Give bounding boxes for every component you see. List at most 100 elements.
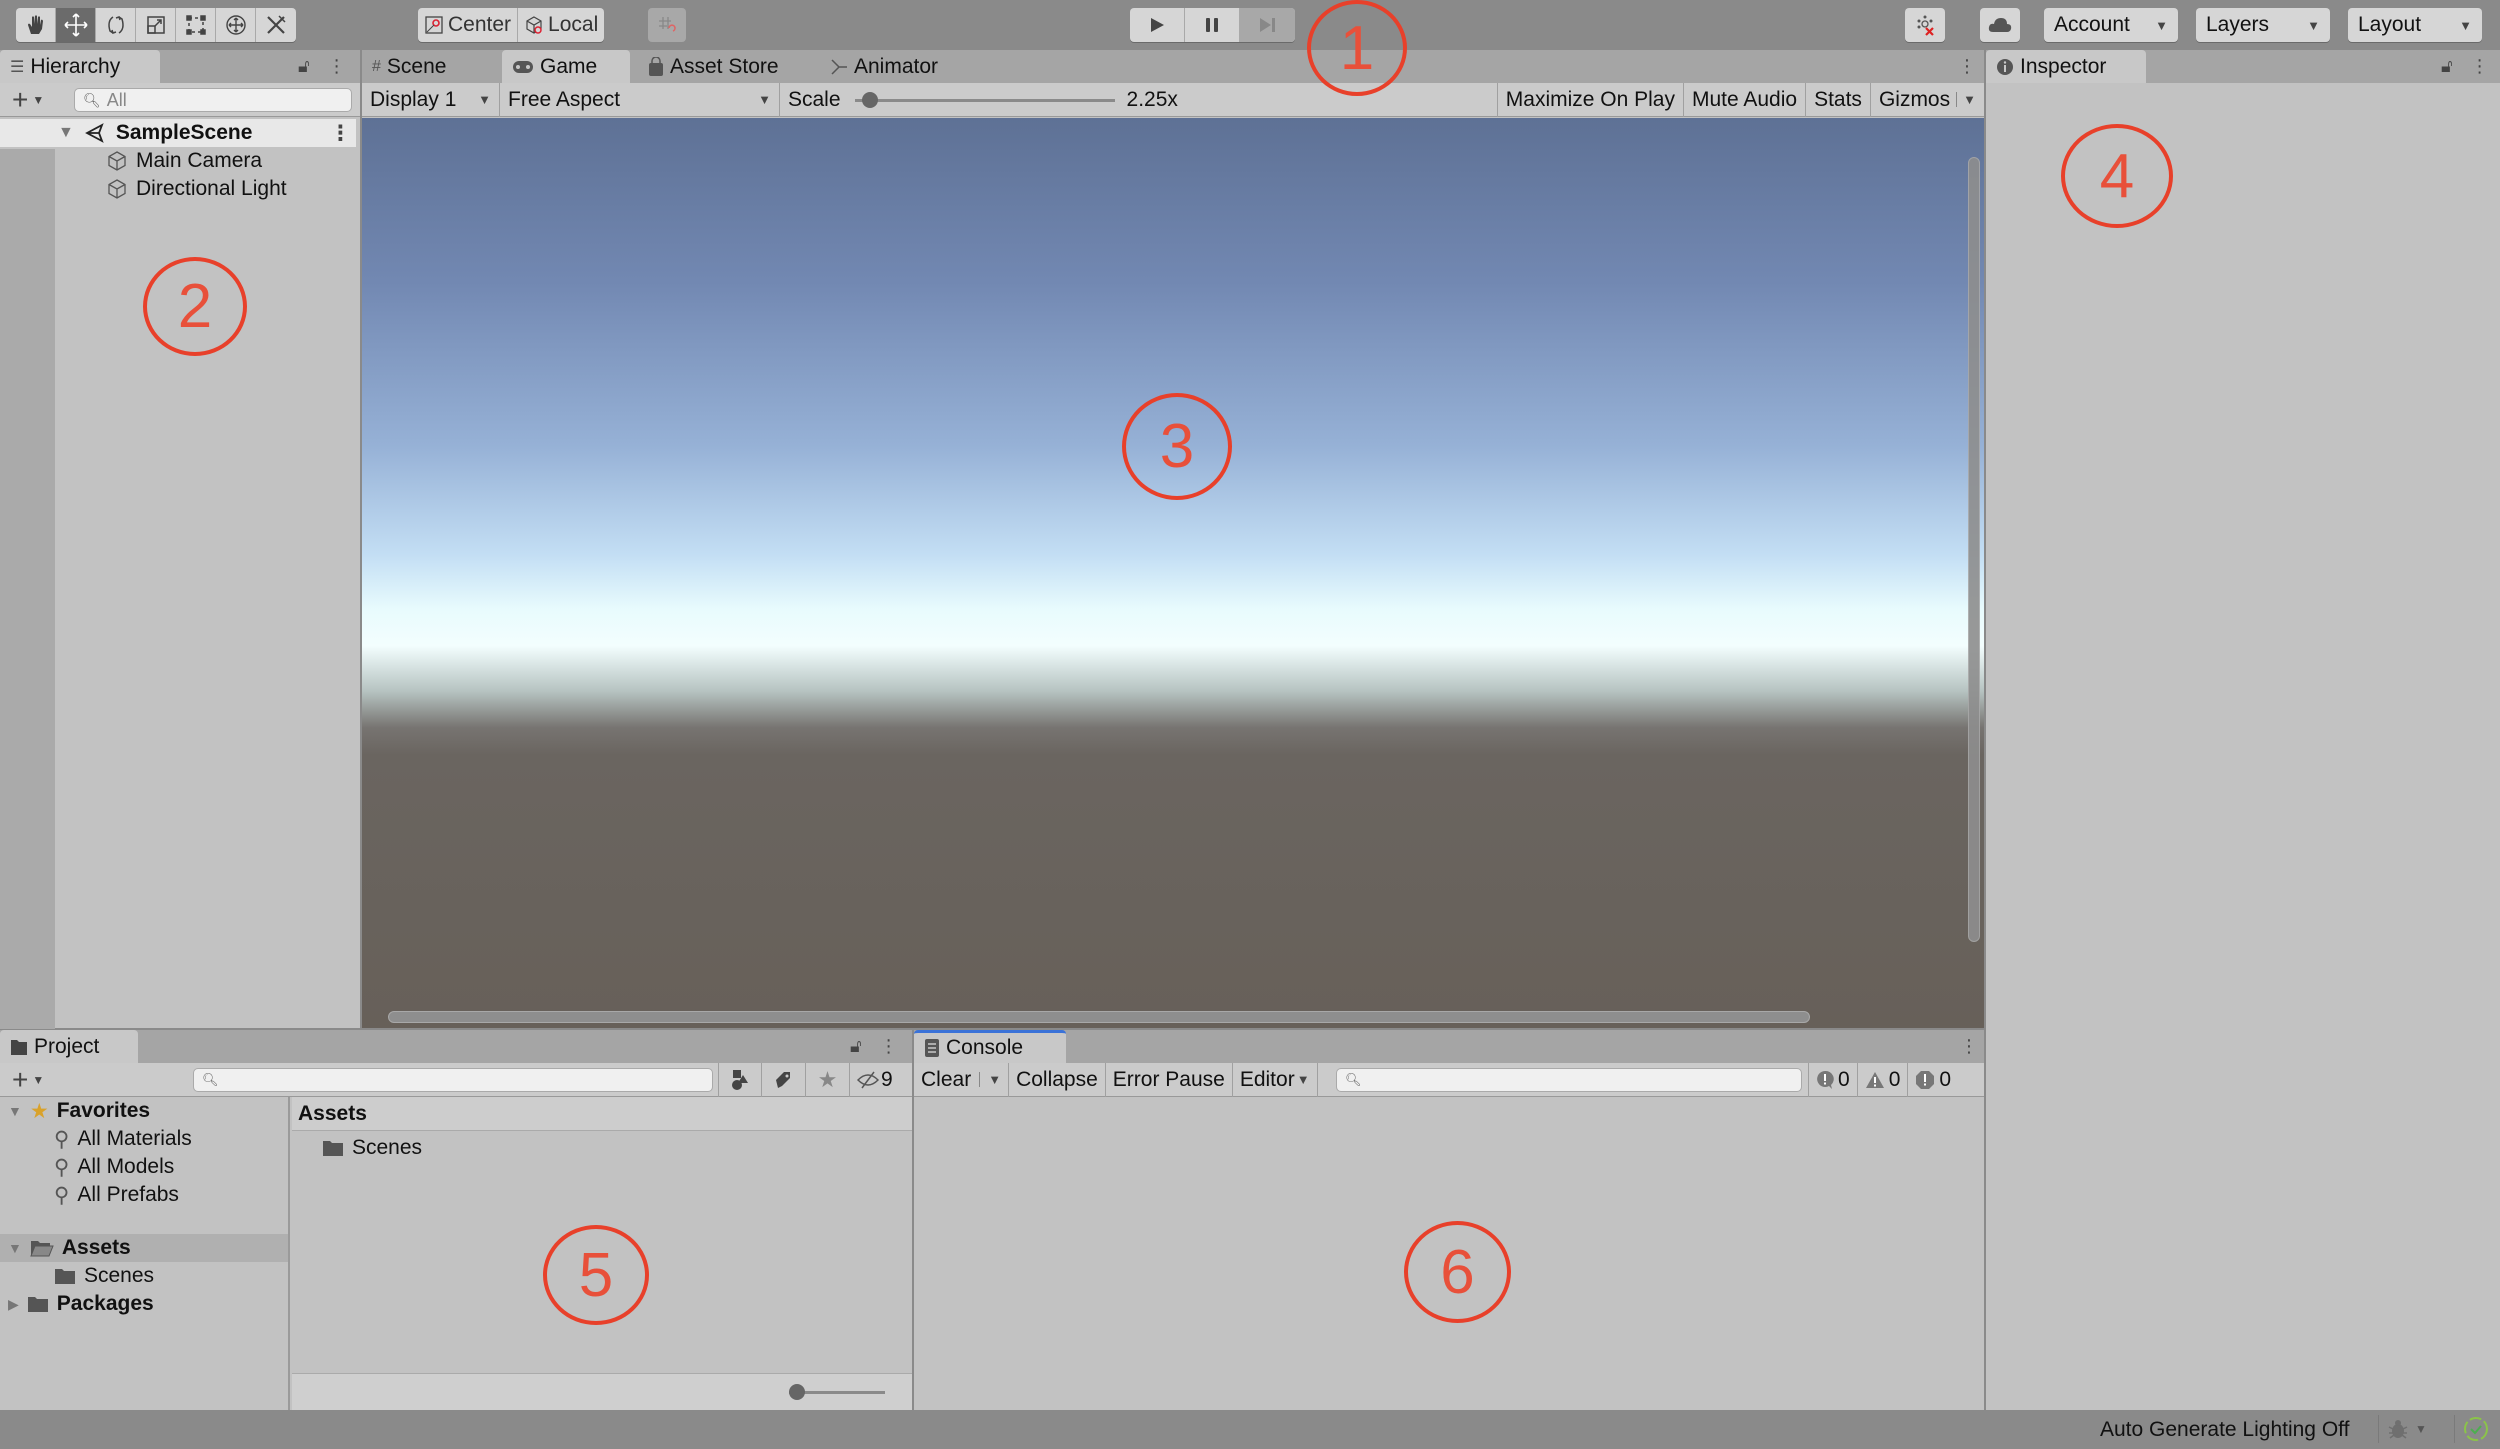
annotation-marker: 4 <box>2061 124 2173 228</box>
pivot-mode-toggle[interactable]: Center <box>418 8 519 42</box>
layers-dropdown[interactable]: Layers ▼ <box>2196 8 2330 42</box>
stats-toggle[interactable]: Stats <box>1806 82 1871 117</box>
asset-item[interactable]: Scenes <box>322 1134 422 1162</box>
favorite-item[interactable]: ⚲ All Materials <box>54 1125 192 1153</box>
tab-asset-store[interactable]: Asset Store <box>638 50 789 83</box>
favorite-item[interactable]: ⚲ All Prefabs <box>54 1181 179 1209</box>
tab-inspector[interactable]: Inspector <box>1986 50 2146 83</box>
hierarchy-search-input[interactable]: 🔍︎ All <box>74 88 352 112</box>
expand-arrow-icon[interactable]: ▼ <box>8 1240 22 1256</box>
tab-scene[interactable]: # Scene <box>362 50 456 83</box>
favorites-row[interactable]: ▼ ★ Favorites <box>8 1097 150 1125</box>
error-filter-toggle[interactable]: 0 <box>1908 1063 1958 1097</box>
scene-row[interactable]: ▼ SampleScene ⋮ <box>0 119 356 147</box>
step-button[interactable] <box>1240 8 1295 42</box>
display-dropdown[interactable]: Display 1 ▼ <box>362 82 500 117</box>
packages-row[interactable]: ▶ Packages <box>8 1290 154 1318</box>
icon-size-slider[interactable] <box>789 1382 889 1402</box>
add-icon[interactable]: + <box>12 1064 28 1096</box>
filter-type-button[interactable] <box>718 1063 762 1097</box>
folder-row[interactable]: Scenes <box>54 1262 154 1290</box>
add-icon[interactable]: + <box>12 84 28 116</box>
cloud-button[interactable] <box>1980 8 2020 42</box>
kebab-menu-icon[interactable]: ⋮ <box>1960 1036 1978 1057</box>
error-pause-toggle[interactable]: Error Pause <box>1106 1062 1233 1097</box>
favorite-item[interactable]: ⚲ All Models <box>54 1153 174 1181</box>
chevron-down-icon[interactable]: ▼ <box>32 1073 44 1087</box>
slider-thumb[interactable] <box>861 91 878 108</box>
favorite-filter-button[interactable]: ★ <box>806 1063 850 1097</box>
hidden-packages-button[interactable]: 9 <box>850 1063 900 1097</box>
chevron-down-icon[interactable]: ▼ <box>1956 92 1976 107</box>
progress-indicator[interactable] <box>2454 1415 2489 1443</box>
maximize-on-play-toggle[interactable]: Maximize On Play <box>1496 82 1684 117</box>
console-search-input[interactable]: 🔍︎ <box>1336 1068 1802 1092</box>
transform-tools <box>16 8 296 42</box>
project-filter-buttons: ★ 9 <box>718 1063 900 1097</box>
kebab-menu-icon[interactable]: ⋮ <box>328 56 346 77</box>
debug-mode-button[interactable]: ▼ <box>2378 1415 2427 1443</box>
hand-tool-button[interactable] <box>16 8 56 42</box>
vertical-scrollbar[interactable] <box>1968 157 1980 942</box>
info-filter-toggle[interactable]: 0 <box>1808 1063 1858 1097</box>
annotation-label: 5 <box>578 1240 614 1310</box>
account-dropdown[interactable]: Account ▼ <box>2044 8 2178 42</box>
editor-dropdown[interactable]: Editor ▼ <box>1233 1062 1318 1097</box>
chevron-down-icon[interactable]: ▼ <box>32 93 44 107</box>
pause-button[interactable] <box>1185 8 1240 42</box>
assets-row[interactable]: ▼ Assets <box>0 1234 288 1262</box>
tab-game[interactable]: Game <box>502 50 630 83</box>
kebab-menu-icon[interactable]: ⋮ <box>1958 56 1976 77</box>
lighting-status[interactable]: Auto Generate Lighting Off <box>2100 1418 2349 1442</box>
kebab-menu-icon[interactable]: ⋮ <box>330 121 351 146</box>
gamepad-icon <box>513 60 533 73</box>
play-button[interactable] <box>1130 8 1185 42</box>
tab-hierarchy[interactable]: ☰ Hierarchy <box>0 50 160 83</box>
expand-arrow-icon[interactable]: ▼ <box>58 124 74 142</box>
gizmos-toggle[interactable]: Gizmos ▼ <box>1871 83 1984 117</box>
layout-dropdown[interactable]: Layout ▼ <box>2348 8 2482 42</box>
button-label: Editor <box>1239 1067 1295 1091</box>
tab-animator[interactable]: Animator <box>820 50 948 83</box>
rect-tool-button[interactable] <box>176 8 216 42</box>
kebab-menu-icon[interactable]: ⋮ <box>2471 56 2489 77</box>
game-controls: ⋮ <box>1958 50 1976 83</box>
lock-icon[interactable]: 🔓︎ <box>298 56 310 77</box>
project-search-input[interactable]: 🔍︎ <box>193 1068 713 1092</box>
lock-icon[interactable]: 🔓︎ <box>2441 56 2453 77</box>
scale-tool-button[interactable] <box>136 8 176 42</box>
horizontal-scrollbar[interactable] <box>388 1011 1810 1023</box>
scale-slider[interactable] <box>854 90 1115 110</box>
tree-label: Packages <box>56 1292 154 1315</box>
hierarchy-item[interactable]: Main Camera <box>0 147 356 175</box>
expand-arrow-icon[interactable]: ▶ <box>8 1296 19 1313</box>
tab-console[interactable]: Console <box>914 1030 1066 1063</box>
transform-tool-button[interactable] <box>216 8 256 42</box>
slider-thumb[interactable] <box>789 1384 805 1400</box>
console-toolbar: Clear ▼ Collapse Error Pause Editor ▼ 🔍︎… <box>914 1062 1984 1097</box>
hierarchy-item[interactable]: Directional Light <box>0 175 356 203</box>
grid-snap-button[interactable] <box>648 8 686 42</box>
collab-button[interactable] <box>1905 8 1945 42</box>
warning-filter-toggle[interactable]: 0 <box>1858 1063 1909 1097</box>
project-controls: 🔓︎ ⋮ <box>850 1030 898 1063</box>
game-viewport[interactable] <box>362 118 1984 1028</box>
folder-icon <box>11 1039 27 1055</box>
collapse-toggle[interactable]: Collapse <box>1009 1062 1106 1097</box>
rotate-tool-button[interactable] <box>96 8 136 42</box>
inspector-controls: 🔓︎ ⋮ <box>2441 50 2489 83</box>
pivot-rotation-toggle[interactable]: Local <box>518 8 604 42</box>
breadcrumb-item[interactable]: Assets <box>298 1102 367 1126</box>
custom-tool-button[interactable] <box>256 8 296 42</box>
tab-project[interactable]: Project <box>0 1030 138 1063</box>
chevron-down-icon[interactable]: ▼ <box>979 1072 1001 1087</box>
lock-icon[interactable]: 🔓︎ <box>850 1036 862 1057</box>
mute-audio-toggle[interactable]: Mute Audio <box>1684 82 1807 117</box>
star-icon: ★ <box>29 1099 49 1123</box>
expand-arrow-icon[interactable]: ▼ <box>8 1103 22 1119</box>
move-tool-button[interactable] <box>56 8 96 42</box>
kebab-menu-icon[interactable]: ⋮ <box>880 1036 898 1057</box>
clear-button[interactable]: Clear ▼ <box>914 1062 1010 1097</box>
aspect-dropdown[interactable]: Free Aspect ▼ <box>500 82 780 117</box>
filter-label-button[interactable] <box>762 1063 806 1097</box>
